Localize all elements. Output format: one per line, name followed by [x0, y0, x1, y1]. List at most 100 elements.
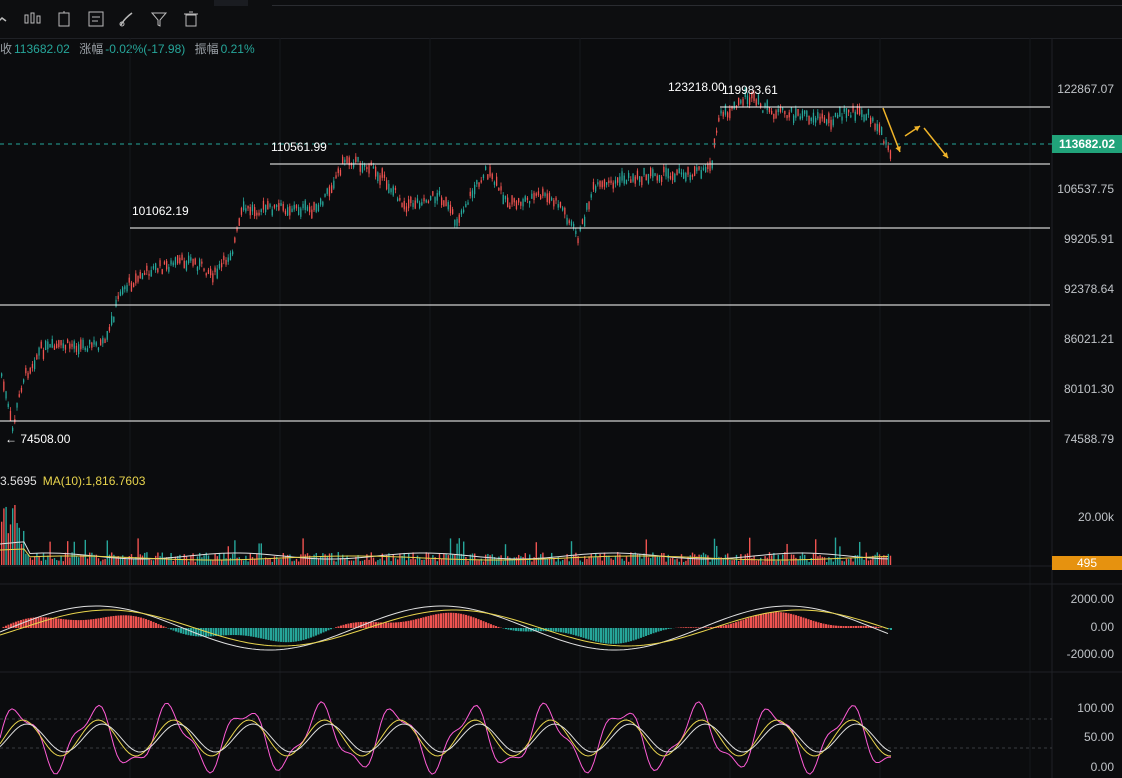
candle-body	[861, 109, 863, 117]
macd-histogram-bar	[462, 614, 465, 628]
macd-histogram-bar	[465, 614, 467, 628]
candle-body	[683, 172, 685, 179]
volume-bar	[603, 552, 606, 565]
macd-histogram-bar	[595, 628, 597, 642]
brush-icon[interactable]	[118, 10, 136, 28]
candle-body	[636, 170, 639, 179]
macd-histogram-bar	[670, 628, 672, 629]
candle-body	[258, 212, 260, 216]
volume-bar	[507, 556, 509, 565]
candle-body	[883, 141, 885, 144]
macd-histogram-bar	[390, 622, 392, 628]
macd-histogram-bar	[410, 620, 412, 628]
macd-histogram-bar	[790, 613, 792, 628]
candle-body	[500, 186, 502, 191]
macd-histogram-bar	[637, 628, 640, 639]
volume-tag: 495	[1052, 556, 1122, 570]
candle-body	[597, 182, 599, 185]
candle-body	[434, 197, 436, 204]
macd-histogram-bar	[525, 628, 527, 632]
candle-body	[634, 176, 636, 184]
volume-bar	[97, 558, 100, 565]
macd-histogram-bar	[645, 628, 647, 636]
volume-bar	[436, 561, 438, 565]
macd-histogram-bar	[682, 627, 685, 628]
volume-bar	[724, 554, 727, 565]
macd-histogram-bar	[460, 613, 462, 628]
volume-bar	[784, 552, 786, 565]
macd-histogram-bar	[840, 625, 842, 628]
macd-histogram-bar	[387, 622, 390, 628]
volume-bar	[67, 541, 69, 565]
volume-bar	[707, 555, 709, 565]
macd-histogram-bar	[582, 628, 585, 638]
volume-bar	[295, 558, 298, 565]
volume-bar	[568, 561, 570, 565]
candle-body	[804, 110, 806, 114]
candle-body	[333, 180, 335, 189]
volume-bar	[729, 560, 731, 565]
macd-histogram-bar	[512, 628, 515, 631]
note-icon[interactable]	[87, 10, 105, 28]
volume-bar	[9, 524, 12, 565]
macd-histogram-bar	[227, 628, 230, 636]
volume-bar	[610, 558, 612, 565]
macd-histogram-bar	[752, 616, 755, 628]
candle-body	[826, 119, 828, 125]
macd-histogram-bar	[347, 623, 350, 628]
candle-body	[216, 268, 218, 279]
candle-body	[386, 180, 388, 190]
macd-histogram-bar	[487, 623, 490, 628]
candle-body	[537, 191, 540, 196]
candle-body	[878, 124, 881, 133]
candle-body	[630, 179, 632, 183]
candle-body	[832, 119, 834, 126]
volume-bar	[808, 561, 810, 565]
macd-histogram-bar	[635, 628, 637, 640]
candle-body	[311, 209, 313, 219]
candle-body	[313, 201, 315, 211]
candle-body	[559, 201, 562, 208]
line-tool-icon[interactable]	[0, 10, 12, 28]
macd-histogram-bar	[112, 616, 115, 628]
candle-body	[298, 207, 300, 215]
candle-body	[515, 201, 518, 210]
candle-body	[870, 117, 872, 125]
macd-histogram-bar	[692, 627, 695, 628]
candle-body	[760, 103, 762, 107]
trash-icon[interactable]	[182, 10, 200, 28]
macd-histogram-bar	[107, 616, 110, 628]
macd-histogram-bar	[620, 628, 622, 644]
macd-histogram-bar	[560, 628, 562, 633]
volume-bar	[832, 561, 834, 565]
candle-body	[676, 169, 678, 176]
candle-body	[163, 261, 166, 265]
candle-body	[203, 268, 205, 271]
candle-body	[674, 173, 676, 183]
candle-body	[342, 156, 344, 164]
candles-icon[interactable]	[23, 10, 41, 28]
macd-histogram-bar	[837, 625, 840, 628]
volume-bar	[12, 508, 14, 565]
candle-body	[540, 195, 542, 200]
indicator-icon[interactable]	[55, 10, 73, 28]
macd-histogram-bar	[472, 617, 475, 628]
macd-histogram-bar	[177, 628, 180, 633]
macd-histogram-bar	[477, 619, 480, 628]
macd-histogram-bar	[85, 619, 87, 628]
candle-body	[284, 210, 287, 215]
tab-stub	[214, 0, 248, 6]
candle-body	[449, 204, 452, 214]
macd-histogram-bar	[335, 627, 337, 628]
macd-histogram-bar	[395, 622, 397, 628]
candle-body	[12, 427, 14, 432]
candle-body	[454, 219, 456, 226]
candle-body	[487, 174, 489, 180]
candle-body	[777, 108, 779, 113]
volume-bar	[91, 552, 93, 565]
volume-bar	[58, 560, 60, 565]
volume-bar	[229, 557, 232, 565]
chart-canvas[interactable]	[0, 38, 1122, 778]
filter-icon[interactable]	[150, 10, 168, 28]
macd-histogram-bar	[100, 617, 102, 628]
